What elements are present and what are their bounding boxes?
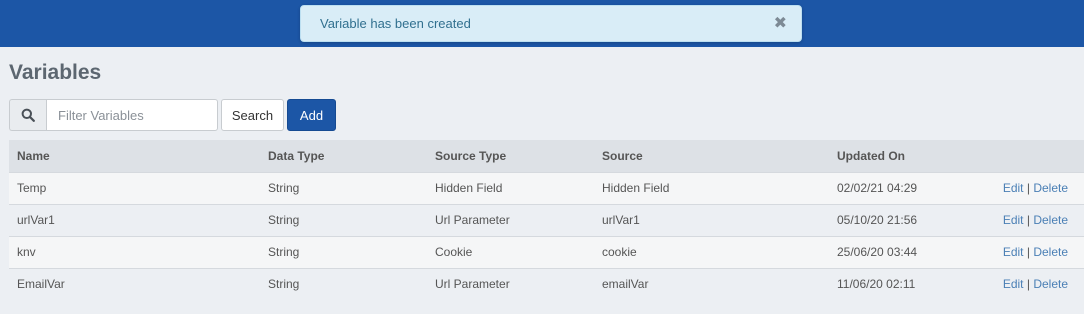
cell-source: urlVar1 — [602, 213, 640, 227]
search-group — [9, 99, 218, 131]
variables-table: Name Data Type Source Type Source Update… — [9, 140, 1084, 300]
table-row: knv String Cookie cookie 25/06/20 03:44 … — [9, 236, 1084, 268]
search-button[interactable]: Search — [221, 99, 284, 131]
delete-link[interactable]: Delete — [1033, 277, 1068, 291]
delete-link[interactable]: Delete — [1033, 213, 1068, 227]
add-button[interactable]: Add — [287, 99, 336, 131]
cell-source-type: Cookie — [435, 245, 473, 259]
cell-data-type: String — [268, 213, 300, 227]
delete-link[interactable]: Delete — [1033, 245, 1068, 259]
cell-updated-on: 02/02/21 04:29 — [837, 181, 918, 195]
toast-message: Variable has been created — [320, 16, 471, 31]
header-updated-on[interactable]: Updated On — [829, 140, 979, 172]
edit-link[interactable]: Edit — [1003, 181, 1024, 195]
header-source[interactable]: Source — [594, 140, 829, 172]
header-name[interactable]: Name — [9, 140, 260, 172]
cell-source: Hidden Field — [602, 181, 670, 195]
action-separator: | — [1026, 213, 1030, 227]
close-icon[interactable]: ✖ — [774, 6, 787, 42]
header-data-type[interactable]: Data Type — [260, 140, 427, 172]
table-header-row: Name Data Type Source Type Source Update… — [9, 140, 1084, 172]
cell-source: emailVar — [602, 277, 649, 292]
cell-name: knv — [17, 245, 36, 259]
success-toast: Variable has been created ✖ — [300, 5, 802, 42]
page-title: Variables — [9, 61, 102, 84]
cell-updated-on: 25/06/20 03:44 — [837, 245, 918, 259]
action-separator: | — [1026, 277, 1030, 292]
cell-source-type: Url Parameter — [435, 213, 510, 227]
filter-variables-input[interactable] — [46, 99, 218, 131]
cell-name: EmailVar — [17, 277, 65, 292]
action-separator: | — [1026, 181, 1030, 195]
table-row: Temp String Hidden Field Hidden Field 02… — [9, 172, 1084, 204]
cell-data-type: String — [268, 245, 300, 259]
cell-source: cookie — [602, 245, 637, 259]
cell-name: Temp — [17, 181, 47, 195]
search-icon — [9, 99, 46, 131]
cell-updated-on: 05/10/20 21:56 — [837, 213, 918, 227]
cell-actions: Edit | Delete — [979, 268, 1084, 300]
cell-data-type: String — [268, 181, 300, 195]
cell-actions: Edit | Delete — [979, 172, 1084, 204]
header-source-type[interactable]: Source Type — [427, 140, 594, 172]
cell-source-type: Hidden Field — [435, 181, 503, 195]
delete-link[interactable]: Delete — [1033, 181, 1068, 195]
header-actions — [979, 140, 1084, 172]
cell-data-type: String — [268, 277, 300, 292]
edit-link[interactable]: Edit — [1003, 245, 1024, 259]
edit-link[interactable]: Edit — [1003, 277, 1024, 291]
edit-link[interactable]: Edit — [1003, 213, 1024, 227]
cell-actions: Edit | Delete — [979, 204, 1084, 236]
cell-updated-on: 11/06/20 02:11 — [837, 277, 916, 292]
table-row: urlVar1 String Url Parameter urlVar1 05/… — [9, 204, 1084, 236]
action-separator: | — [1026, 245, 1030, 259]
cell-source-type: Url Parameter — [435, 277, 510, 292]
cell-actions: Edit | Delete — [979, 236, 1084, 268]
cell-name: urlVar1 — [17, 213, 55, 227]
table-row: EmailVar String Url Parameter emailVar 1… — [9, 268, 1084, 300]
